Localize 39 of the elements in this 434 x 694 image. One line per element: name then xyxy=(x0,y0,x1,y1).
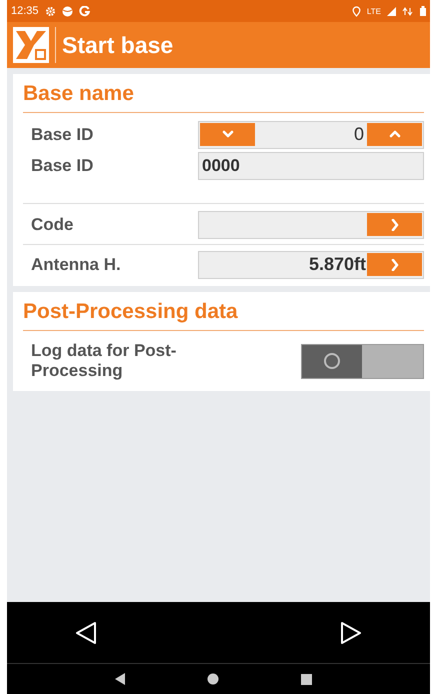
number-spinner[interactable]: 0 xyxy=(198,120,424,148)
field-label: Base ID xyxy=(30,156,94,176)
open-button[interactable] xyxy=(367,213,422,236)
recents-icon[interactable] xyxy=(301,674,312,684)
chevron-right-icon xyxy=(388,218,400,230)
chevron-up-icon xyxy=(388,128,400,140)
field-value: 5.870ft xyxy=(308,254,366,275)
field-label: Log data for Post-Processing xyxy=(30,340,178,382)
toggle-switch[interactable] xyxy=(301,344,424,378)
spinner-value: 0 xyxy=(352,124,365,145)
location-icon xyxy=(352,6,361,16)
back-arrow-icon[interactable] xyxy=(75,620,97,644)
increment-button[interactable] xyxy=(367,123,422,146)
section-title: Post-Processing data xyxy=(23,299,239,325)
network-label: LTE xyxy=(366,6,381,16)
app-title: Start base xyxy=(62,32,174,58)
data-arrows-icon xyxy=(402,6,414,16)
open-button[interactable] xyxy=(367,253,422,276)
decrement-button[interactable] xyxy=(200,123,255,146)
app-logo-icon xyxy=(13,27,49,63)
forward-arrow-icon[interactable] xyxy=(340,620,362,644)
signal-icon xyxy=(387,6,396,16)
field-label: Antenna H. xyxy=(30,254,122,274)
ball-icon xyxy=(62,6,73,16)
status-time: 12:35 xyxy=(11,5,39,17)
g-letter-icon xyxy=(78,6,90,16)
back-icon[interactable] xyxy=(115,673,125,685)
value-field[interactable] xyxy=(198,210,424,238)
battery-icon xyxy=(420,6,426,16)
value-field: 0000 xyxy=(198,152,424,180)
chevron-right-icon xyxy=(388,258,400,270)
field-label: Base ID xyxy=(30,124,94,144)
home-icon[interactable] xyxy=(207,673,219,685)
field-label: Code xyxy=(30,214,74,234)
gear-icon xyxy=(44,6,56,16)
chevron-down-icon xyxy=(222,128,234,140)
value-field[interactable]: 5.870ft xyxy=(198,250,424,278)
section-title: Base name xyxy=(23,81,135,107)
circle-icon xyxy=(323,352,341,370)
